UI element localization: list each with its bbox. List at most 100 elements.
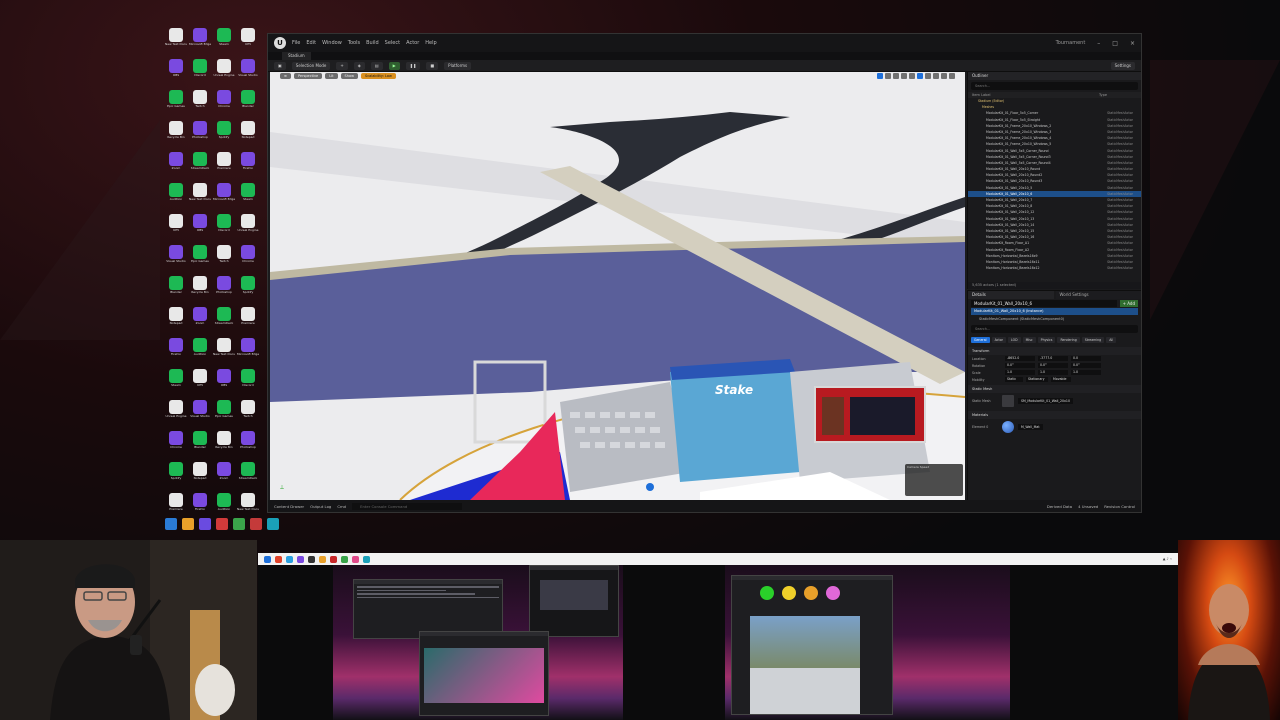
desktop-icon[interactable]: UE5: [165, 214, 187, 244]
app-icon[interactable]: [297, 555, 304, 563]
desktop-icon[interactable]: Discord: [237, 369, 259, 399]
revision-control-button[interactable]: Revision Control: [1104, 504, 1135, 509]
desktop-icon[interactable]: Steam: [213, 28, 235, 58]
desktop-icon[interactable]: Microsoft Edge: [237, 338, 259, 368]
desktop-icon[interactable]: Photoshop: [237, 431, 259, 461]
desktop-icon[interactable]: Blender: [189, 431, 211, 461]
app-icon[interactable]: [341, 555, 348, 563]
property-value-x[interactable]: 1.0: [1005, 370, 1035, 375]
selection-mode-button[interactable]: Selection Mode: [291, 61, 331, 70]
world-local-icon[interactable]: [909, 73, 915, 79]
platforms-button[interactable]: Platforms: [444, 61, 472, 70]
scalability-warning[interactable]: Scalability: Low: [360, 73, 396, 79]
filter-tab-streaming[interactable]: Streaming: [1081, 337, 1105, 343]
filter-tab-rendering[interactable]: Rendering: [1057, 337, 1080, 343]
desktop-icon[interactable]: StreamDeck: [189, 152, 211, 182]
menu-item-actor[interactable]: Actor: [406, 40, 419, 46]
mobility-static[interactable]: Static: [1005, 377, 1023, 382]
outliner-search-input[interactable]: Search...: [971, 82, 1138, 90]
desktop-icon[interactable]: Epic Games: [165, 90, 187, 120]
scale-tool-icon[interactable]: [901, 73, 907, 79]
menu-item-tools[interactable]: Tools: [348, 40, 360, 46]
tab-map[interactable]: Stadium: [282, 52, 311, 60]
actor-name-field[interactable]: ModularKit_01_Wall_20x10_6: [971, 299, 1117, 307]
property-value-y[interactable]: -3777.0: [1038, 356, 1068, 361]
outliner-row[interactable]: Monitors_Horizontal_Bezels16x12 StaticMes…: [968, 265, 1141, 271]
menu-item-file[interactable]: File: [292, 40, 300, 46]
section-transform[interactable]: Transform: [968, 347, 1141, 355]
desktop-icon[interactable]: Chrome: [237, 245, 259, 275]
app-icon[interactable]: [363, 555, 370, 563]
start-icon[interactable]: [264, 555, 271, 563]
static-mesh-picker[interactable]: SM_ModularKit_01_Wall_20x10: [1018, 398, 1073, 404]
cinematics-icon[interactable]: ▤: [370, 61, 383, 70]
content-drawer-button[interactable]: Content Drawer: [274, 504, 304, 509]
desktop-icon[interactable]: Spotify: [237, 276, 259, 306]
desktop-icon[interactable]: Unreal Engine: [165, 400, 187, 430]
material-picker[interactable]: M_Wall_Mat: [1018, 424, 1043, 430]
desktop-icon[interactable]: Audition: [165, 183, 187, 213]
desktop-icon[interactable]: Photoshop: [213, 276, 235, 306]
property-value-x[interactable]: 0.0°: [1005, 363, 1035, 368]
section-static-mesh[interactable]: Static Mesh: [968, 385, 1141, 393]
desktop-icon[interactable]: Steam: [165, 369, 187, 399]
menu-item-select[interactable]: Select: [385, 40, 400, 46]
tab-details[interactable]: Details: [968, 291, 1054, 299]
desktop-icon[interactable]: OBS: [213, 369, 235, 399]
desktop-icon[interactable]: Visual Studio: [189, 400, 211, 430]
console-command-input[interactable]: Enter Console Command: [352, 502, 463, 510]
desktop-icon[interactable]: Twitch: [189, 90, 211, 120]
desktop-icon[interactable]: New Text Document: [189, 183, 211, 213]
unsaved-button[interactable]: 4 Unsaved: [1078, 504, 1098, 509]
maximize-viewport-icon[interactable]: [949, 73, 955, 79]
play-button[interactable]: ▶: [388, 61, 400, 70]
app-icon[interactable]: [352, 555, 359, 563]
desktop-icon[interactable]: Discord: [189, 59, 211, 89]
viewport-menu-button[interactable]: ≡: [280, 73, 291, 79]
property-value-z[interactable]: 1.0: [1071, 370, 1101, 375]
desktop-icon[interactable]: UE5: [189, 369, 211, 399]
translate-tool-icon[interactable]: [885, 73, 891, 79]
desktop-icon[interactable]: Steam: [237, 183, 259, 213]
desktop-icon[interactable]: Zoom: [165, 152, 187, 182]
desktop-icon[interactable]: StreamDeck: [213, 307, 235, 337]
desktop-icon[interactable]: Firefox: [165, 338, 187, 368]
property-value-y[interactable]: 1.0: [1038, 370, 1068, 375]
filter-tab-physics[interactable]: Physics: [1037, 337, 1056, 343]
desktop-icon[interactable]: Epic Games: [213, 400, 235, 430]
desktop-icon[interactable]: Notepad: [189, 462, 211, 492]
desktop-icon[interactable]: StreamDeck: [237, 462, 259, 492]
desktop-icon[interactable]: Visual Studio: [237, 59, 259, 89]
desktop-icon[interactable]: Recycle Bin: [189, 276, 211, 306]
app-icon[interactable]: [319, 555, 326, 563]
desktop-icon[interactable]: Twitch: [237, 400, 259, 430]
desktop-icon[interactable]: Notepad: [237, 121, 259, 151]
app-icon[interactable]: [233, 518, 245, 530]
add-component-button[interactable]: + Add: [1119, 299, 1138, 307]
select-tool-icon[interactable]: [877, 73, 883, 79]
desktop-icon[interactable]: Notepad: [165, 307, 187, 337]
green-button-icon[interactable]: [760, 586, 774, 600]
show-button[interactable]: Show: [340, 73, 358, 79]
property-value-y[interactable]: 0.0°: [1038, 363, 1068, 368]
app-icon[interactable]: [267, 518, 279, 530]
filter-tab-lod[interactable]: LOD: [1007, 337, 1021, 343]
desktop-icon[interactable]: OBS: [165, 59, 187, 89]
close-icon[interactable]: ×: [1130, 40, 1135, 47]
desktop-icon[interactable]: UE5: [237, 28, 259, 58]
pink-button-icon[interactable]: [826, 586, 840, 600]
desktop-icon[interactable]: Unreal Engine: [213, 59, 235, 89]
app-icon[interactable]: [182, 518, 194, 530]
unreal-logo-icon[interactable]: U: [274, 37, 286, 49]
minimize-icon[interactable]: –: [1097, 40, 1100, 47]
settings-button[interactable]: Settings: [1110, 61, 1135, 70]
desktop-icon[interactable]: Premiere: [237, 307, 259, 337]
scale-snap-icon[interactable]: [933, 73, 939, 79]
app-icon[interactable]: [275, 555, 282, 563]
details-search-input[interactable]: Search...: [971, 325, 1138, 333]
camera-speed-icon[interactable]: [941, 73, 947, 79]
grid-snap-icon[interactable]: [917, 73, 923, 79]
filter-tab-actor[interactable]: Actor: [991, 337, 1006, 343]
desktop-icon[interactable]: Zoom: [189, 307, 211, 337]
mobility-stationary[interactable]: Stationary: [1026, 377, 1048, 382]
